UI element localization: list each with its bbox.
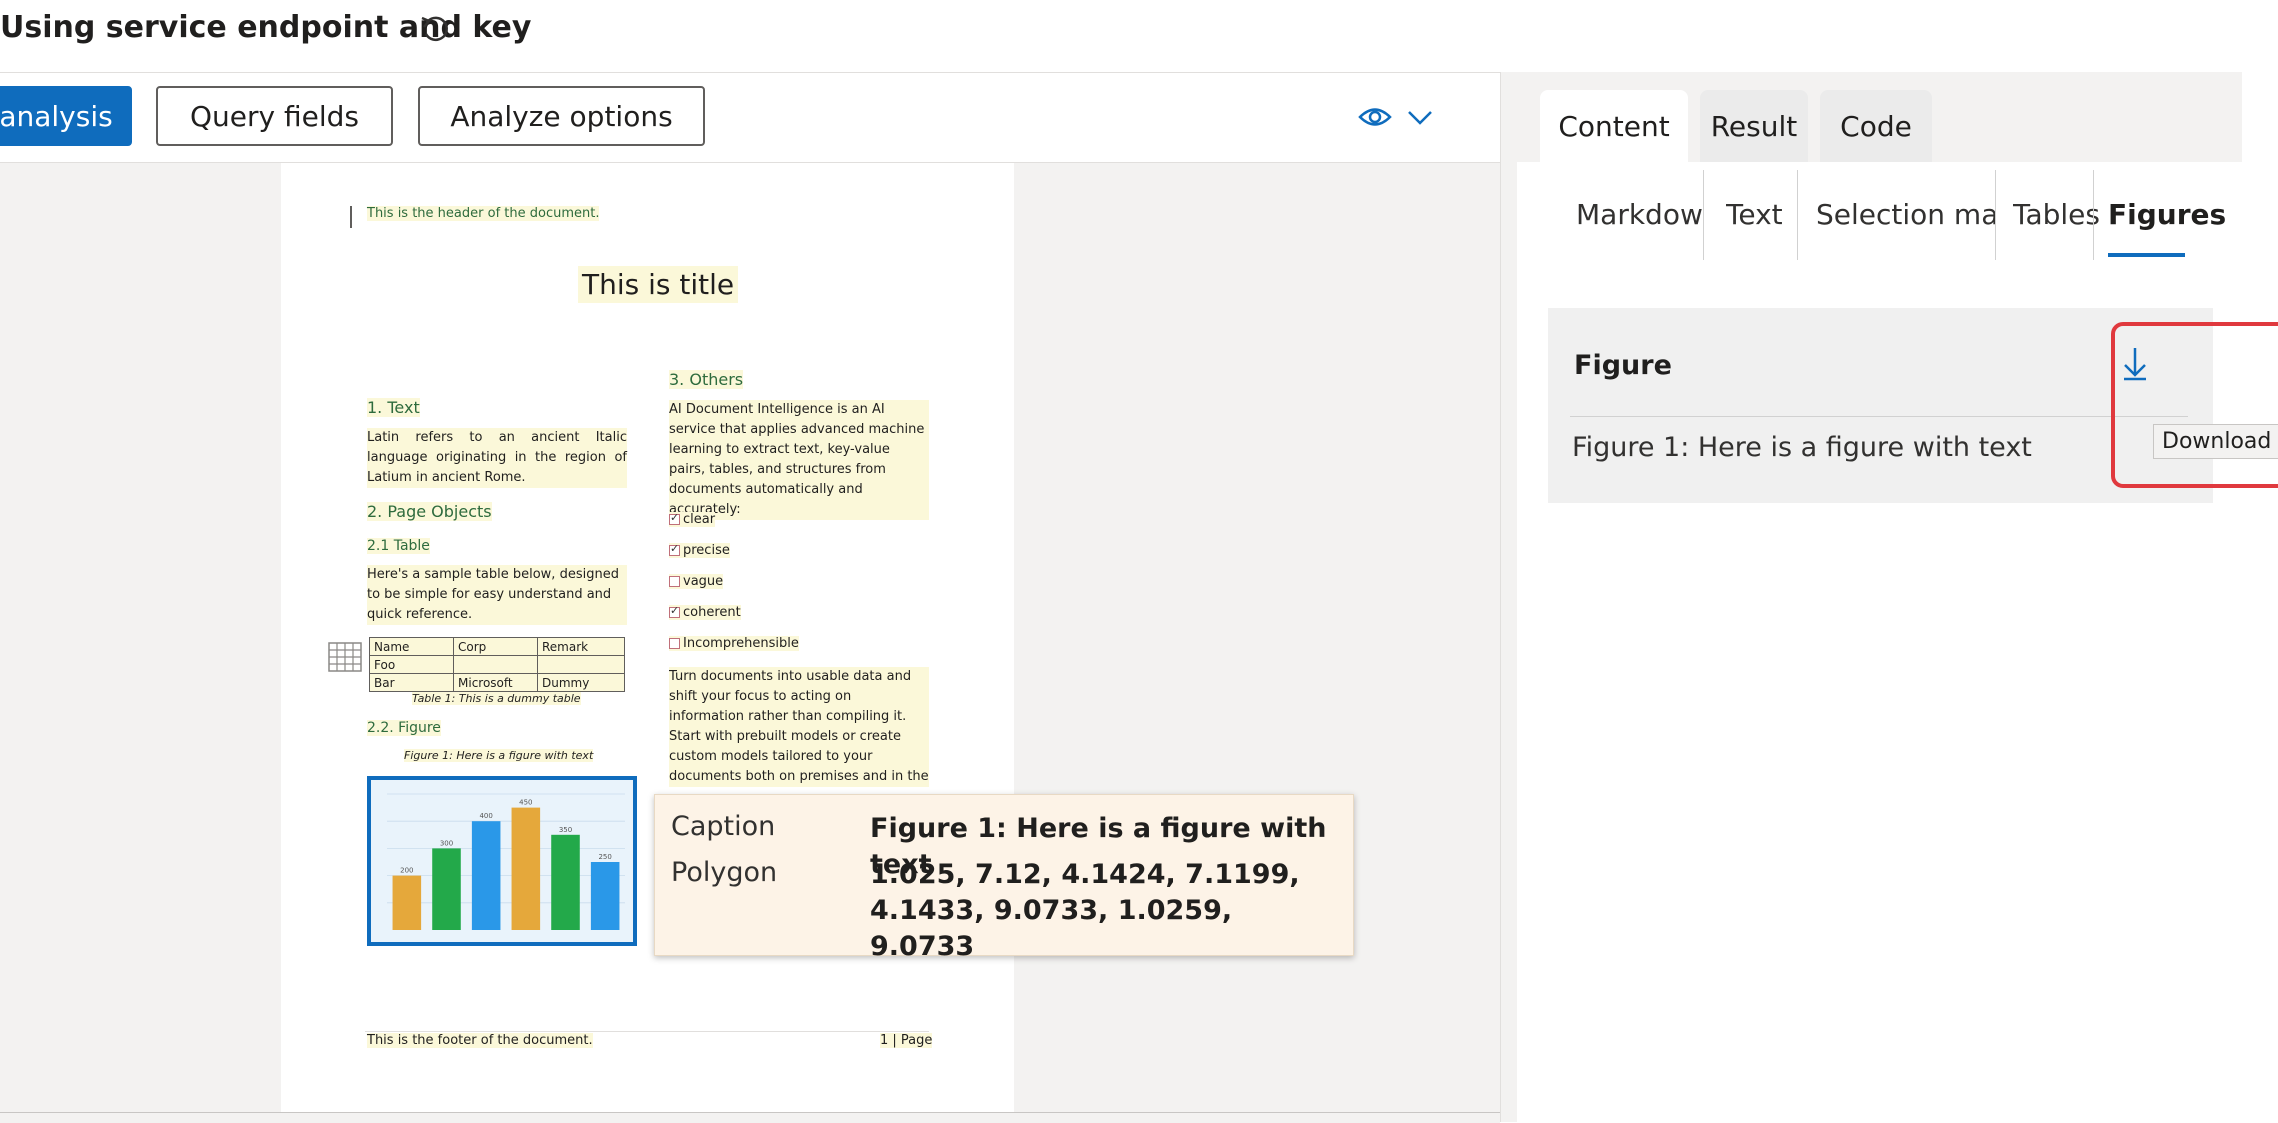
table-cell: Bar [369,673,454,692]
figure-bar-label: 250 [598,853,611,861]
figure-card-title: Figure [1574,350,1672,381]
active-subtab-indicator [2108,253,2185,257]
figure-bar [471,821,501,930]
figure-bar [392,875,422,930]
table-row: Foo [369,655,625,674]
chevron-down-icon[interactable] [1406,106,1434,128]
table-cell: Foo [369,655,454,674]
table-cell [453,655,538,674]
selection-mark[interactable]: coherent [669,604,741,620]
figure-card-item[interactable]: Figure 1: Here is a figure with text [1572,432,2032,463]
subtab-markdown[interactable]: Markdown [1576,198,1702,231]
selection-mark[interactable]: vague [669,574,724,589]
caption-label: Caption [671,811,776,842]
checkbox-unchecked [669,576,680,587]
table-icon[interactable] [328,642,362,672]
figure-bar-label: 400 [479,812,492,820]
figure-info-card: Caption Figure 1: Here is a figure with … [654,794,1354,962]
table-cell: Dummy [537,673,625,692]
table-cell: Corp [453,637,538,656]
table-cell: Microsoft [453,673,538,692]
selection-mark[interactable]: clear [669,511,716,527]
doc-paragraph[interactable]: Turn documents into usable data and shif… [669,667,929,787]
subtab-divider [2093,170,2094,260]
selection-mark-label: Incomprehensible [683,636,799,651]
doc-section-heading[interactable]: 2.2. Figure [367,720,441,736]
subtab-divider [1797,170,1798,260]
figure-bar [590,862,620,930]
table-cell [537,655,625,674]
title-divider [0,72,1500,73]
footer-divider [365,1031,929,1032]
doc-section-heading[interactable]: 3. Others [669,370,744,389]
figure-bar-label: 450 [519,799,532,807]
tab-result[interactable]: Result [1700,90,1808,162]
subtab-divider [1995,170,1996,260]
analyze-options-button[interactable]: Analyze options [418,86,705,146]
checkbox-checked [669,604,680,618]
selection-mark-label: precise [683,543,730,558]
doc-paragraph[interactable]: Here's a sample table below, designed to… [367,565,627,625]
polygon-value: 1.025, 7.12, 4.1424, 7.1199, 4.1433, 9.0… [870,859,1300,962]
subtab-selection-marks[interactable]: Selection marks [1816,198,1996,231]
doc-header-text[interactable]: This is the header of the document. [367,206,600,221]
run-analysis-button[interactable]: analysis [0,86,132,146]
subtab-text[interactable]: Text [1726,198,1783,231]
selection-mark[interactable]: Incomprehensible [669,636,799,651]
highlight-annotation [2111,322,2278,488]
checkbox-checked [669,511,680,525]
subtab-tables[interactable]: Tables [2013,198,2100,231]
subtab-divider [1703,170,1704,260]
text-cursor-marker [350,206,352,228]
selection-mark-label: clear [683,512,716,527]
tab-code[interactable]: Code [1820,90,1932,162]
table-row: Bar Microsoft Dummy [369,673,625,692]
selection-mark[interactable]: precise [669,542,730,558]
figure-bar-label: 200 [400,867,413,875]
doc-paragraph[interactable]: Latin refers to an ancient Italic langua… [367,428,627,488]
checkbox-unchecked [669,638,680,649]
tab-content[interactable]: Content [1540,90,1688,162]
figure-card-divider [1570,416,2188,417]
doc-section-heading[interactable]: 1. Text [367,398,420,417]
selected-figure[interactable]: 200 300 400 450 350 250 [367,776,637,946]
figure-bar-label: 350 [559,826,572,834]
figure-chart: 200 300 400 450 350 250 [371,780,633,942]
figure-caption[interactable]: Figure 1: Here is a figure with text [404,749,594,762]
doc-page-number[interactable]: 1 | Page [880,1033,933,1048]
query-fields-button[interactable]: Query fields [156,86,393,146]
doc-footer-text[interactable]: This is the footer of the document. [367,1033,593,1048]
download-tooltip: Download [2153,424,2278,459]
undo-icon[interactable] [418,12,454,48]
subtab-figures[interactable]: Figures [2108,198,2226,231]
figure-bar [551,834,580,930]
selection-mark-label: coherent [683,605,741,620]
doc-paragraph[interactable]: AI Document Intelligence is an AI servic… [669,400,929,520]
table-row: Name Corp Remark [369,637,625,656]
table-cell: Remark [537,637,625,656]
doc-table[interactable]: Name Corp Remark Foo Bar Microsoft Dummy [369,637,625,692]
polygon-label: Polygon [671,857,778,888]
viewer-bottom-bar [0,1112,1500,1123]
checkbox-checked [669,542,680,556]
panel-splitter[interactable] [1500,72,1517,1122]
eye-icon[interactable] [1358,104,1392,130]
doc-section-heading[interactable]: 2. Page Objects [367,502,492,521]
figure-bar [432,848,461,930]
table-caption[interactable]: Table 1: This is a dummy table [412,692,581,705]
doc-title[interactable]: This is title [578,266,739,303]
table-cell: Name [369,637,454,656]
selection-mark-label: vague [683,574,724,589]
figure-bar-label: 300 [440,839,453,847]
doc-section-heading[interactable]: 2.1 Table [367,538,430,554]
figure-bar [511,807,541,930]
